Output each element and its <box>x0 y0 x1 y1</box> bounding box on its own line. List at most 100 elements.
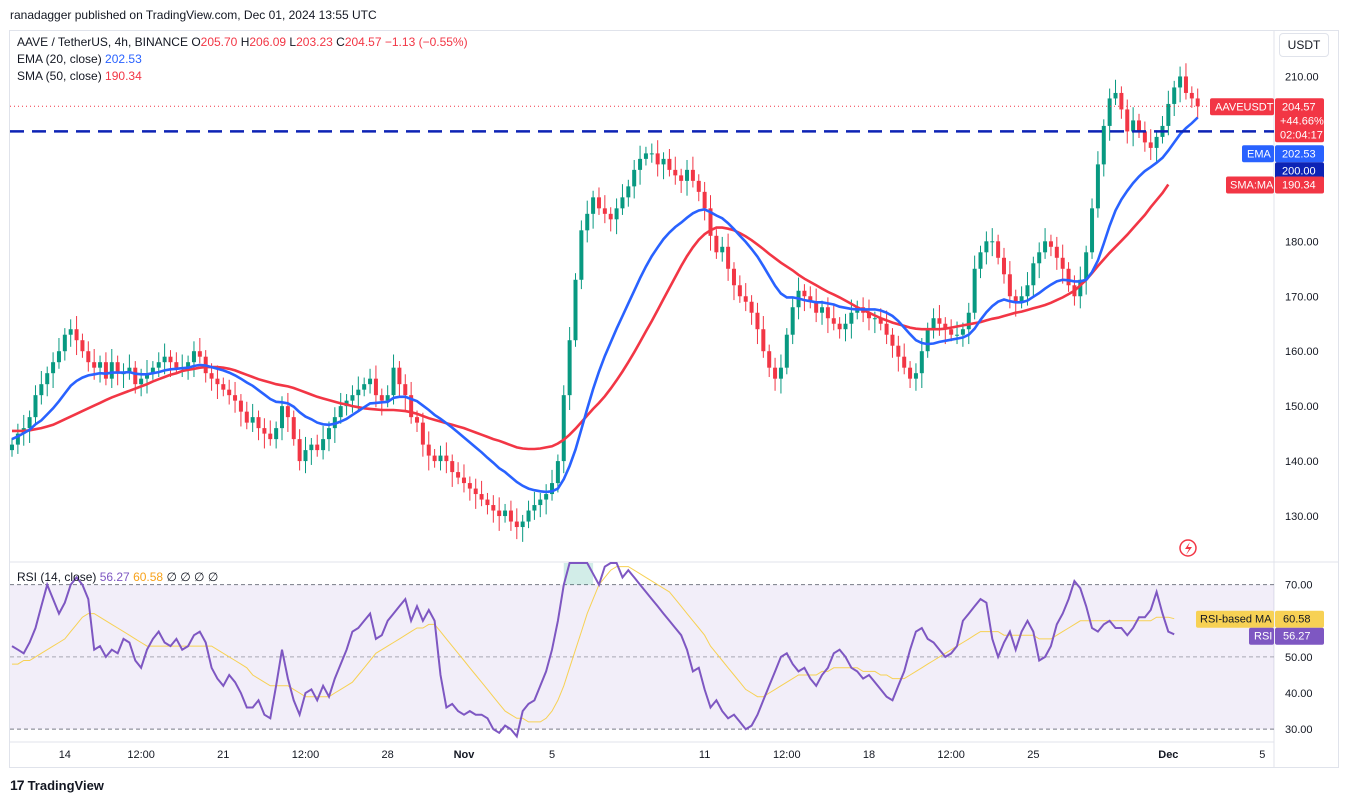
ema-price-label: EMA 202.53 <box>1242 145 1324 163</box>
candle-body <box>162 356 167 363</box>
candle-body <box>984 241 989 253</box>
candle-body <box>1119 92 1124 110</box>
candle-body <box>432 455 437 462</box>
footer-brand[interactable]: 17 TradingView <box>10 777 104 793</box>
candle-body <box>749 301 754 313</box>
candle-body <box>561 395 566 462</box>
time-tick-label: 11 <box>699 749 710 761</box>
candle-body <box>837 323 842 330</box>
candle-body <box>1043 241 1048 253</box>
time-tick-label: 12:00 <box>773 749 801 761</box>
rsi-tick-label: 40.00 <box>1285 688 1313 700</box>
price-tick-label: 150.00 <box>1285 401 1319 413</box>
candle-body <box>1107 98 1112 126</box>
candle-body <box>884 323 889 335</box>
candle-body <box>679 175 684 181</box>
sma-value: 190.34 <box>1282 179 1316 191</box>
candle-body <box>1154 136 1159 148</box>
candle-body <box>1172 87 1177 104</box>
candle-body <box>338 406 343 418</box>
candle-body <box>315 444 320 451</box>
candle-body <box>843 323 848 330</box>
time-tick-label: 5 <box>549 749 555 761</box>
price-tick-label: 140.00 <box>1285 456 1319 468</box>
candle-body <box>872 318 877 320</box>
candle-body <box>238 400 243 412</box>
rsi-ma-axis-value: 60.58 <box>1283 614 1311 626</box>
candle-body <box>966 312 971 330</box>
last-price-name: AAVEUSDT <box>1215 101 1274 113</box>
candle-body <box>368 378 373 385</box>
candle-body <box>297 439 302 462</box>
candle-body <box>426 444 431 456</box>
candle-body <box>972 268 977 313</box>
candle-body <box>955 334 960 336</box>
candle-body <box>737 285 742 297</box>
candle-body <box>731 268 736 286</box>
candle-body <box>978 252 983 269</box>
candle-body <box>591 197 596 214</box>
time-tick-label: 12:00 <box>937 749 965 761</box>
candle-body <box>209 373 214 379</box>
candle-body <box>1166 103 1171 126</box>
rsi-tick-label: 30.00 <box>1285 724 1313 736</box>
bar-countdown: 02:04:17 <box>1280 129 1323 141</box>
candle-body <box>461 477 466 484</box>
candle-body <box>51 362 56 374</box>
candle-body <box>1048 241 1053 247</box>
time-tick-label: 14 <box>59 749 71 761</box>
candle-body <box>596 197 601 209</box>
candle-body <box>696 180 701 192</box>
rsi-legend[interactable]: RSI (14, close) 56.27 60.58 ∅ ∅ ∅ ∅ <box>17 570 218 584</box>
candle-body <box>931 318 936 330</box>
candle-body <box>960 329 965 335</box>
candle-body <box>1148 142 1153 148</box>
candle-body <box>573 279 578 341</box>
candle-body <box>925 329 930 352</box>
alert-lightning-icon <box>1179 539 1197 557</box>
candle-body <box>702 191 707 209</box>
time-tick-label: 25 <box>1027 749 1039 761</box>
candle-body <box>614 208 619 220</box>
time-tick-label: Nov <box>454 749 476 761</box>
candle-body <box>45 373 50 385</box>
candle-body <box>473 488 478 495</box>
time-tick-label: 5 <box>1259 749 1265 761</box>
candle-body <box>690 169 695 181</box>
candle-body <box>544 494 549 500</box>
candle-body <box>403 384 408 396</box>
candle-body <box>1189 92 1194 99</box>
candle-body <box>638 158 643 170</box>
candle-body <box>244 411 249 423</box>
last-price-value: 204.57 <box>1282 101 1316 113</box>
candle-body <box>268 433 273 440</box>
candle-body <box>174 362 179 368</box>
candle-body <box>103 362 108 379</box>
candle-body <box>1090 208 1095 253</box>
candle-body <box>68 329 73 335</box>
ema-name: EMA <box>1247 148 1272 160</box>
candle-body <box>908 367 913 379</box>
candle-body <box>1131 120 1136 132</box>
candle-body <box>503 510 508 517</box>
price-tick-label: 180.00 <box>1285 236 1319 248</box>
last-price-change: +44.66% <box>1280 115 1324 127</box>
candle-body <box>62 334 67 352</box>
candle-body <box>391 367 396 396</box>
candle-body <box>1125 109 1130 132</box>
candle-body <box>949 329 954 335</box>
candle-body <box>773 367 778 379</box>
candle-body <box>450 461 455 473</box>
price-chart-svg[interactable]: 210.00200.00190.00180.00170.00160.00150.… <box>0 0 1350 803</box>
candle-body <box>256 417 261 429</box>
candle-body <box>1101 125 1106 165</box>
candle-body <box>508 510 513 522</box>
candle-body <box>415 417 420 423</box>
candle-body <box>655 153 660 165</box>
candle-body <box>667 158 672 170</box>
candle-body <box>1031 263 1036 286</box>
candle-body <box>831 318 836 324</box>
candle-body <box>1142 131 1147 143</box>
candle-body <box>714 235 719 253</box>
candle-body <box>133 367 138 385</box>
